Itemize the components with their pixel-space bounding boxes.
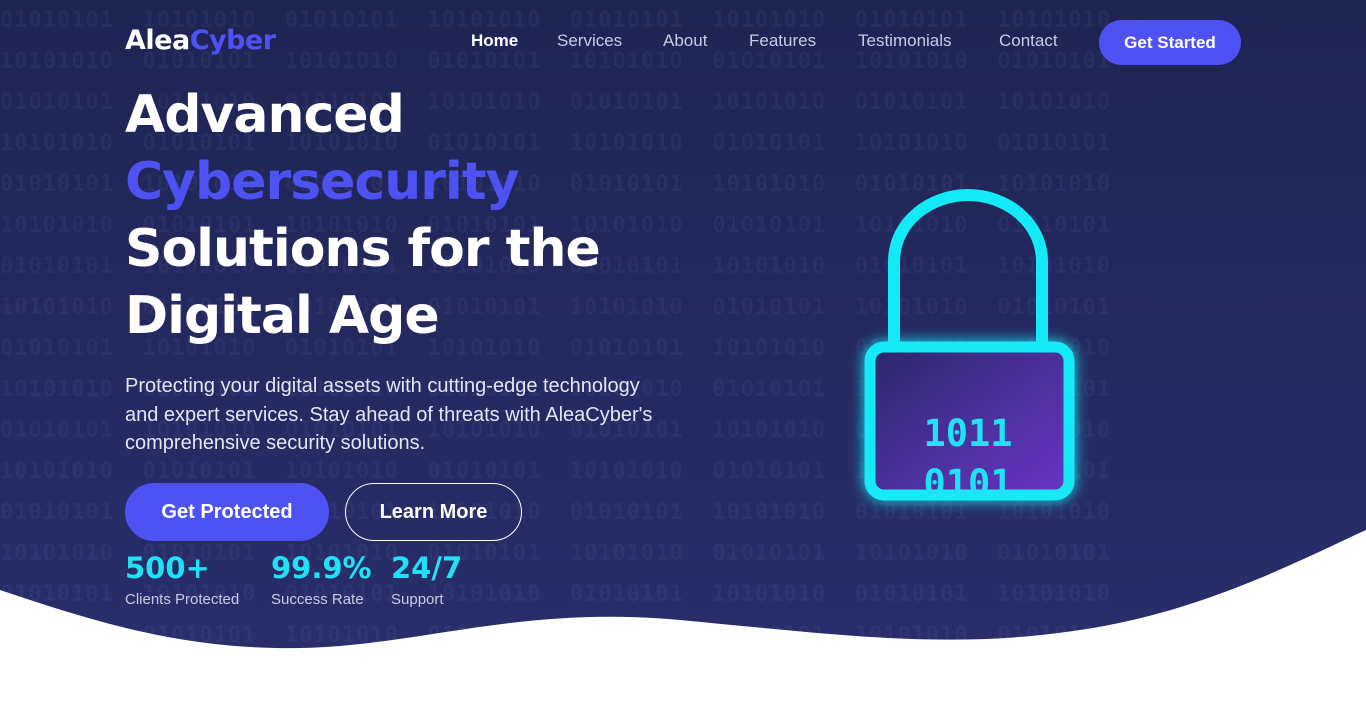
stat-support: 24/7 Support — [391, 548, 462, 611]
nav-link-about[interactable]: About — [663, 31, 707, 51]
lock-shackle — [888, 189, 1048, 348]
hero-subtext: Protecting your digital assets with cutt… — [125, 375, 653, 454]
headline-line-4: Digital Age — [125, 286, 440, 346]
headline-accent: Cybersecurity — [125, 152, 519, 212]
nav-link-services[interactable]: Services — [557, 31, 622, 51]
brand-logo[interactable]: AleaCyber — [125, 25, 276, 56]
stat-success-rate: 99.9% Success Rate — [271, 548, 372, 611]
nav-link-features[interactable]: Features — [749, 31, 816, 51]
get-protected-button[interactable]: Get Protected — [125, 483, 329, 541]
stat-value: 500+ — [125, 551, 210, 585]
get-started-button[interactable]: Get Started — [1099, 20, 1241, 65]
nav-link-contact[interactable]: Contact — [999, 31, 1058, 51]
stat-label: Clients Protected — [125, 591, 240, 608]
stat-label: Support — [391, 591, 444, 608]
learn-more-button[interactable]: Learn More — [345, 483, 522, 541]
padlock-icon: 1011 0101 — [864, 189, 1075, 501]
brand-name-part1: Alea — [125, 25, 190, 56]
stat-clients: 500+ Clients Protected — [125, 548, 239, 611]
headline-line-3: Solutions for the — [125, 219, 601, 279]
lock-binary-line-1: 1011 — [923, 412, 1012, 455]
headline-line-1: Advanced — [125, 85, 405, 145]
stat-value: 24/7 — [391, 551, 463, 585]
brand-name-part2: Cyber — [189, 25, 276, 56]
hero-headline: Advanced Cybersecurity Solutions for the… — [125, 82, 601, 350]
stat-value: 99.9% — [271, 551, 372, 585]
stat-label: Success Rate — [271, 591, 364, 608]
nav-link-testimonials[interactable]: Testimonials — [858, 31, 952, 51]
nav-link-home[interactable]: Home — [471, 31, 518, 51]
